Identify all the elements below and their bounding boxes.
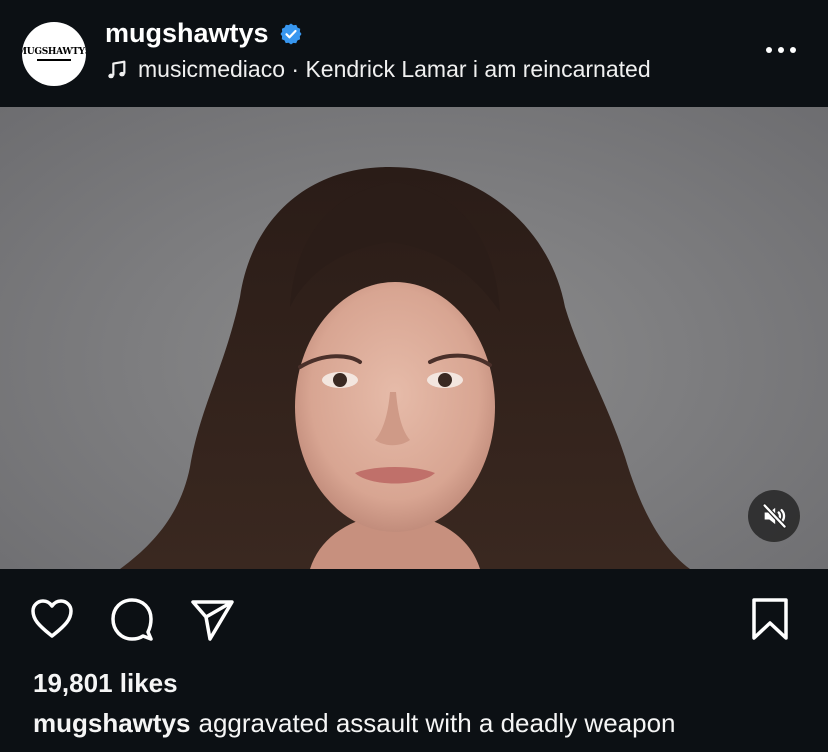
post-caption: mugshawtys aggravated assault with a dead… (33, 708, 676, 739)
post-actions-bar: 19,801 likes mugshawtys aggravated assaul… (0, 569, 828, 752)
caption-username[interactable]: mugshawtys (33, 708, 191, 738)
audio-artist: musicmediaco (138, 56, 285, 82)
comment-bubble-icon[interactable] (108, 595, 156, 643)
verified-badge-icon (280, 23, 302, 44)
audio-separator: · (285, 56, 306, 82)
avatar-logo-text: MUGSHAWTYS (22, 47, 86, 61)
audio-track-link[interactable]: musicmediaco · Kendrick Lamar i am reinc… (106, 58, 651, 81)
mute-toggle-button[interactable] (748, 490, 800, 542)
paper-plane-icon[interactable] (188, 595, 236, 643)
music-note-icon (108, 60, 126, 78)
avatar[interactable]: MUGSHAWTYS (22, 22, 86, 86)
portrait-image (120, 167, 690, 569)
bookmark-icon[interactable] (746, 595, 794, 643)
username-label: mugshawtys (105, 18, 269, 48)
more-options-icon[interactable] (766, 44, 800, 56)
audio-track: Kendrick Lamar i am reincarnated (305, 56, 651, 82)
heart-icon[interactable] (28, 595, 76, 643)
speaker-muted-icon (762, 503, 787, 529)
likes-count[interactable]: 19,801 likes (33, 668, 178, 699)
post-username[interactable]: mugshawtys (105, 20, 303, 47)
caption-text: aggravated assault with a deadly weapon (198, 708, 676, 738)
post-header: MUGSHAWTYS mugshawtys musicmediaco · Ken… (0, 0, 828, 107)
post-media[interactable] (0, 107, 828, 569)
